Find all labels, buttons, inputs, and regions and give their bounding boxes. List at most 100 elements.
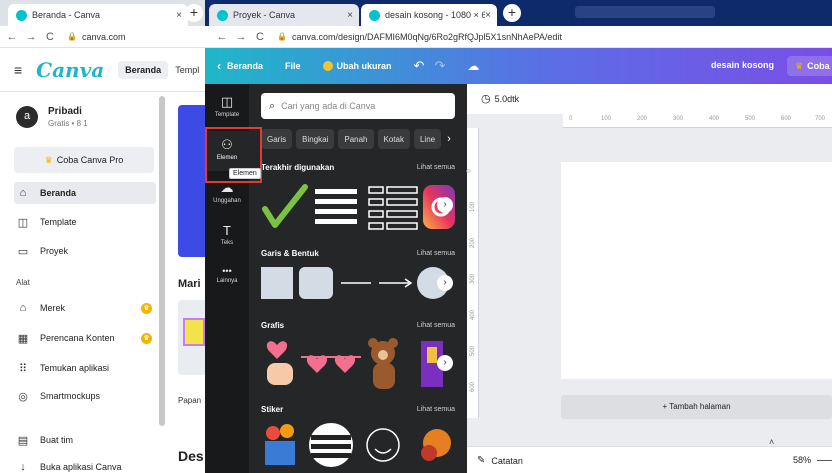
tab-desain-kosong[interactable]: desain kosong - 1080 × 608px × <box>361 4 497 26</box>
file-menu-button[interactable]: File <box>285 61 301 71</box>
close-icon[interactable]: × <box>485 10 491 21</box>
rail-item-elemen[interactable]: ⚇ Elemen <box>205 131 249 171</box>
coba-pro-button[interactable]: ♛ Coba C <box>787 56 832 76</box>
sidebar-item-template[interactable]: ◫ Template <box>16 211 156 233</box>
section-stickers: Stiker Lihat semua <box>261 405 455 473</box>
forward-arrow-icon[interactable]: → <box>24 31 38 43</box>
zoom-slider[interactable] <box>817 460 832 461</box>
undo-icon[interactable]: ↶ <box>414 58 425 74</box>
ruler-tick: 400 <box>709 116 720 122</box>
square-shape[interactable] <box>261 267 293 299</box>
ruler-left: 0 100 200 300 400 500 600 <box>467 128 479 418</box>
duration-button[interactable]: ◷ 5.0dtk <box>481 92 519 105</box>
nav-template[interactable]: Templ <box>175 65 199 75</box>
sidebar-item-label: Merek <box>40 303 66 313</box>
notes-button[interactable]: ✎ Catatan <box>477 455 523 466</box>
apps-grid-icon: ⠿ <box>18 362 28 375</box>
coba-canva-pro-button[interactable]: ♛ Coba Canva Pro <box>14 147 154 173</box>
arrow-shape[interactable] <box>379 278 413 288</box>
autumn-leaves-sticker[interactable] <box>421 429 451 461</box>
rounded-square-shape[interactable] <box>299 267 333 299</box>
see-all-link[interactable]: Lihat semua <box>417 406 455 413</box>
zoom-level[interactable]: 58% <box>793 455 811 465</box>
design-name[interactable]: desain kosong <box>711 60 774 70</box>
browser-window-canva-home: Beranda - Canva × + ← → C 🔒 canva.com ≡ … <box>0 0 205 473</box>
flower-envelope-sticker[interactable] <box>265 424 295 465</box>
chevron-right-icon[interactable]: › <box>447 133 451 145</box>
chip-bingkai[interactable]: Bingkai <box>296 129 335 149</box>
url-field[interactable]: canva.com <box>82 32 126 42</box>
back-to-beranda-button[interactable]: ‹ Beranda <box>217 59 263 73</box>
notes-icon: ✎ <box>477 455 486 466</box>
chip-line[interactable]: Line <box>413 129 442 149</box>
add-page-button[interactable]: + Tambah halaman <box>561 395 832 419</box>
sidebar-scrollbar[interactable] <box>159 96 165 426</box>
canva-logo[interactable]: Canva <box>36 58 104 82</box>
menu-icon[interactable]: ≡ <box>14 62 22 78</box>
chip-kotak[interactable]: Kotak <box>377 129 410 149</box>
sidebar-item-perencana-konten[interactable]: ▦ Perencana Konten ♛ <box>16 327 156 349</box>
reload-icon[interactable]: C <box>253 31 267 43</box>
profile[interactable]: a Pribadi Gratis • 8 1 <box>16 106 88 128</box>
coba-label: Coba C <box>807 61 832 71</box>
rail-item-label: Elemen <box>216 155 238 161</box>
lines-element[interactable] <box>315 189 357 224</box>
back-arrow-icon[interactable]: ← <box>5 31 19 43</box>
see-all-link[interactable]: Lihat semua <box>417 250 455 257</box>
sidebar-item-merek[interactable]: ⌂ Merek ♛ <box>16 297 156 319</box>
resize-button[interactable]: Ubah ukuran <box>322 61 392 71</box>
elements-search-input[interactable]: ⌕ Cari yang ada di Canva <box>261 93 455 119</box>
chip-panah[interactable]: Panah <box>338 129 374 149</box>
chevron-left-icon: ‹ <box>217 59 221 73</box>
promo-banner[interactable] <box>178 105 205 257</box>
sidebar-item-proyek[interactable]: ▭ Proyek <box>16 240 156 262</box>
reload-icon[interactable]: C <box>43 31 57 43</box>
list-element[interactable] <box>368 186 418 230</box>
sidebar-item-label: Smartmockups <box>40 391 101 401</box>
chevron-right-icon[interactable]: › <box>437 275 453 291</box>
editor-side-rail: ◫ Template ⚇ Elemen ☁ Unggahan T Teks ••… <box>205 84 249 473</box>
back-arrow-icon[interactable]: ← <box>215 31 229 43</box>
sidebar-item-beranda[interactable]: ⌂ Beranda <box>14 182 156 204</box>
rail-item-unggahan[interactable]: ☁ Unggahan <box>205 174 249 214</box>
editor-topbar: ‹ Beranda File Ubah ukuran ↶ ↷ ☁ desain … <box>205 48 832 84</box>
close-icon[interactable]: × <box>347 10 353 21</box>
see-all-link[interactable]: Lihat semua <box>417 164 455 171</box>
nav-beranda[interactable]: Beranda <box>118 60 169 79</box>
chevron-right-icon[interactable]: › <box>437 197 453 213</box>
redo-icon[interactable]: ↷ <box>434 58 445 74</box>
ruler-tick: 100 <box>470 201 477 213</box>
chevron-right-icon[interactable]: › <box>437 355 453 371</box>
design-canvas[interactable] <box>561 162 832 379</box>
rail-item-teks[interactable]: T Teks <box>205 217 249 257</box>
sidebar-item-temukan-aplikasi[interactable]: ⠿ Temukan aplikasi <box>16 357 156 379</box>
checkmark-element[interactable] <box>262 184 308 228</box>
home-icon: ⌂ <box>19 187 27 199</box>
sidebar-item-smartmockups[interactable]: ◎ Smartmockups <box>16 385 156 407</box>
smartmockups-icon: ◎ <box>18 390 28 403</box>
rail-item-template[interactable]: ◫ Template <box>205 88 249 128</box>
bear-graphic[interactable] <box>368 338 398 389</box>
new-tab-button[interactable]: + <box>185 4 203 22</box>
tab-proyek-canva[interactable]: Proyek - Canva × <box>209 4 359 26</box>
tab-title: Proyek - Canva <box>233 10 296 20</box>
face-outline-sticker[interactable] <box>366 428 400 462</box>
ruler-tick: 700 <box>815 116 826 122</box>
canva-favicon-icon <box>16 9 27 21</box>
chip-garis[interactable]: Garis <box>261 129 293 149</box>
url-field[interactable]: canva.com/design/DAFMI6M0qNg/6Ro2gRfQJpl… <box>292 32 562 42</box>
forward-arrow-icon[interactable]: → <box>234 31 248 43</box>
sidebar-item-buka-aplikasi[interactable]: ↓ Buka aplikasi Canva <box>16 456 156 473</box>
close-icon[interactable]: × <box>176 10 182 21</box>
see-all-link[interactable]: Lihat semua <box>417 322 455 329</box>
finger-heart-graphic[interactable] <box>266 341 293 385</box>
rail-item-lainnya[interactable]: ••• Lainnya <box>205 260 249 300</box>
coba-pro-label: Coba Canva Pro <box>56 155 124 165</box>
new-tab-button[interactable]: + <box>503 4 521 22</box>
tab-beranda-canva[interactable]: Beranda - Canva × <box>8 4 188 26</box>
cloud-sync-icon[interactable]: ☁ <box>467 59 479 73</box>
sidebar-item-buat-tim[interactable]: ▤ Buat tim <box>16 429 156 451</box>
week-text-sticker[interactable] <box>309 423 353 467</box>
category-chips: Garis Bingkai Panah Kotak Line › <box>261 128 461 150</box>
heart-glasses-graphic[interactable] <box>301 355 361 373</box>
